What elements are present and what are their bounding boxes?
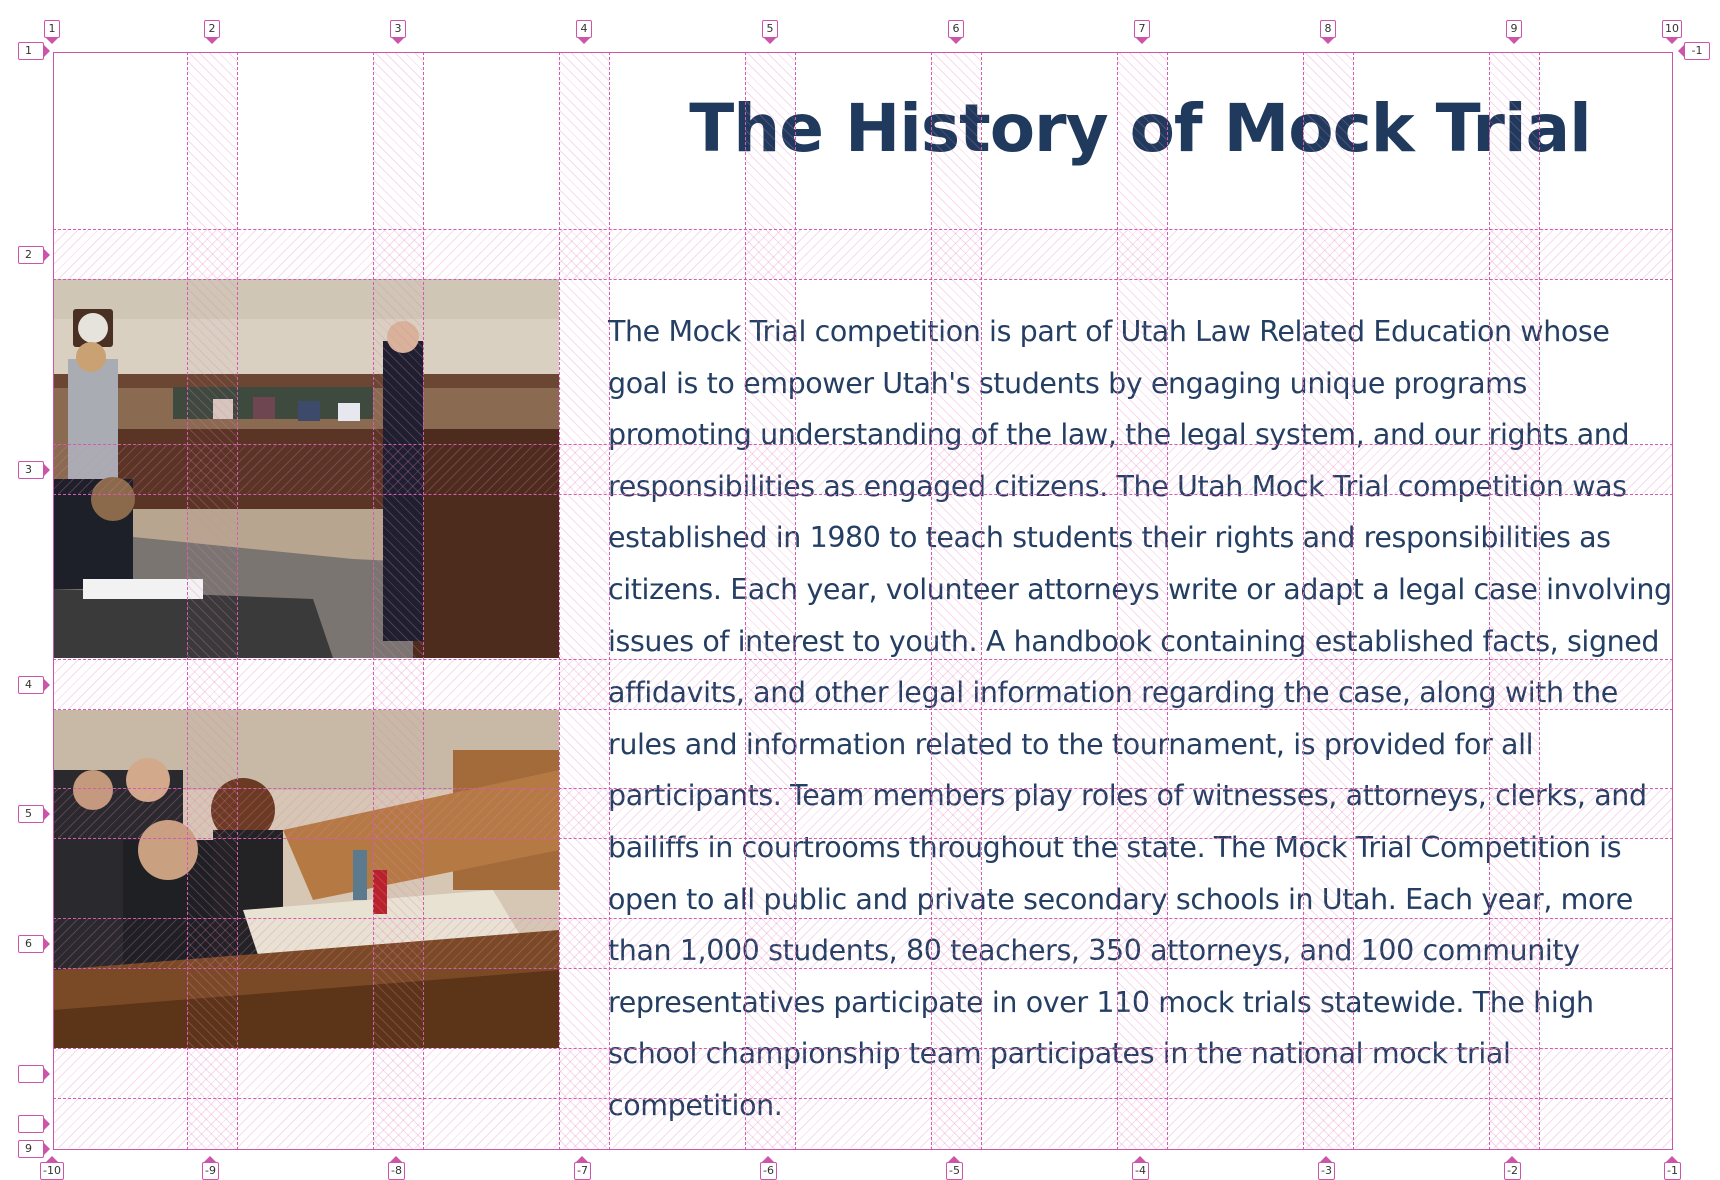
layout-canvas: The History of Mock Trial The Mock Trial…: [0, 0, 1720, 1175]
history-paragraph: The Mock Trial competition is part of Ut…: [608, 315, 1672, 1122]
courtroom-photo-counsel-table: [53, 710, 559, 1048]
page-title: The History of Mock Trial: [689, 90, 1591, 167]
courtroom-photo-lectern: [53, 279, 559, 658]
